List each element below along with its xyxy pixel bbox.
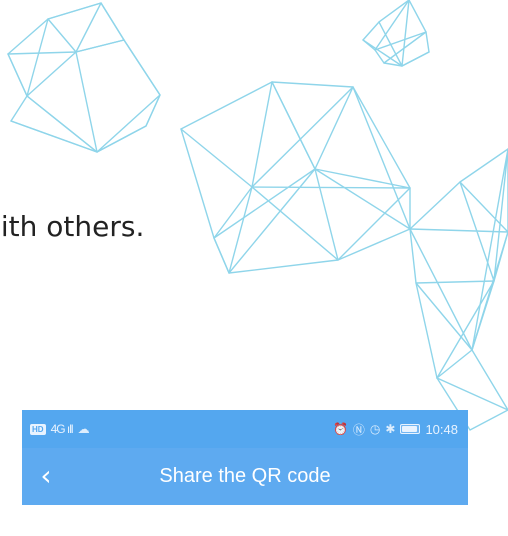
cloud-icon: ☁	[77, 422, 90, 436]
back-button[interactable]: ‹	[32, 461, 60, 493]
phone-screenshot: HD 4G ıll ☁ ⏰ Ⓝ ◷ ✱ 10:48 ‹ Share the QR…	[22, 410, 468, 536]
status-bar: HD 4G ıll ☁ ⏰ Ⓝ ◷ ✱ 10:48	[22, 410, 468, 448]
alarm-icon: ⏰	[332, 422, 348, 436]
app-header: ‹ Share the QR code	[22, 448, 468, 505]
page-title: Share the QR code	[159, 465, 331, 487]
slide-text: with others.	[0, 210, 145, 243]
content-area	[22, 505, 468, 536]
bluetooth-icon: ✱	[385, 422, 396, 436]
signal-icon: 4G ıll	[50, 422, 74, 436]
hd-badge: HD	[30, 423, 46, 435]
chevron-left-icon: ‹	[40, 459, 52, 492]
status-time: 10:48	[425, 421, 458, 437]
nfc-icon: Ⓝ	[352, 422, 365, 437]
battery-icon	[400, 424, 421, 434]
clock-icon: ◷	[369, 422, 381, 436]
status-left-group: HD 4G ıll ☁	[30, 422, 90, 436]
battery-fill	[402, 426, 418, 432]
status-right-group: ⏰ Ⓝ ◷ ✱ 10:48	[333, 421, 458, 438]
